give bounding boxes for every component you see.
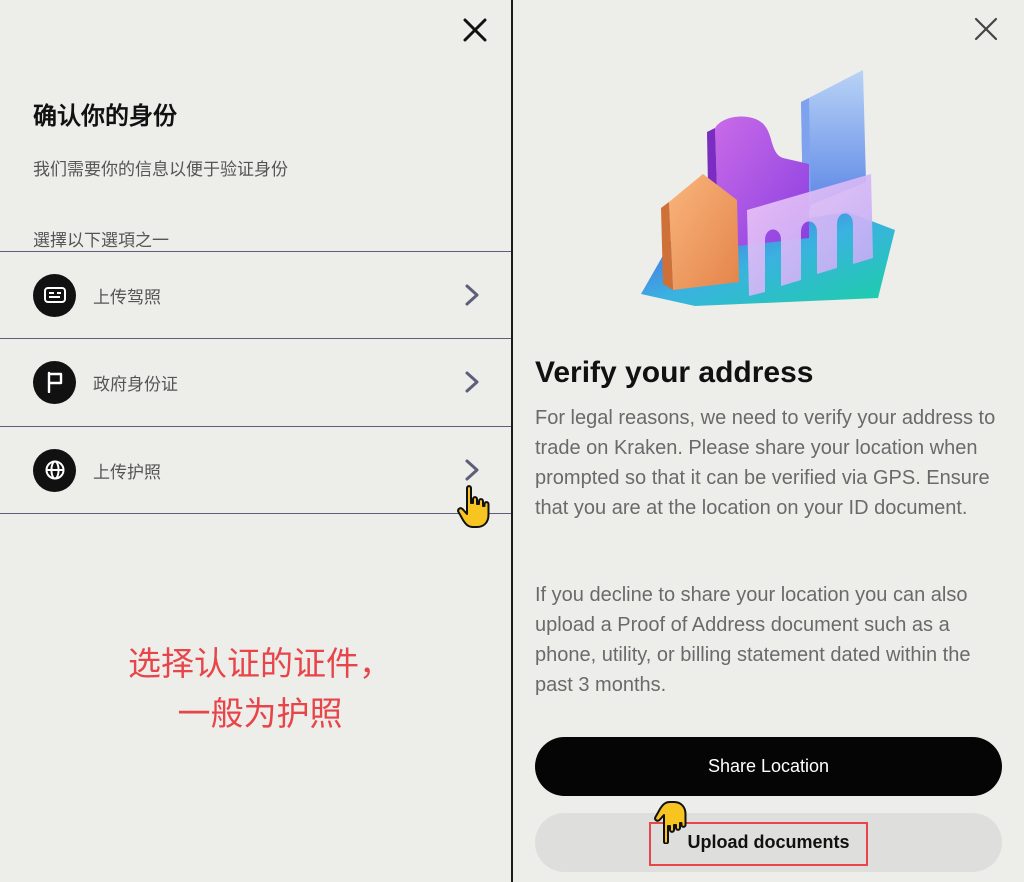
option-label: 政府身份证: [93, 374, 178, 395]
flag-icon: [33, 360, 76, 404]
option-government-id[interactable]: 政府身份证: [0, 338, 511, 425]
address-panel: Verify your address For legal reasons, w…: [513, 0, 1024, 882]
share-location-label: Share Location: [707, 756, 830, 776]
alternative-paragraph: If you decline to share your location yo…: [535, 584, 971, 696]
option-passport[interactable]: 上传护照: [0, 426, 511, 514]
share-location-button[interactable]: Share Location: [535, 737, 1002, 796]
page-title: 确认你的身份: [33, 102, 177, 130]
page-title: Verify your address: [535, 356, 814, 389]
globe-icon: [33, 448, 76, 492]
hand-pointer-icon: [457, 485, 490, 528]
chevron-right-icon: [465, 459, 479, 481]
hand-pointer-icon: [654, 801, 687, 844]
close-button[interactable]: [455, 10, 495, 50]
close-button[interactable]: [966, 9, 1006, 49]
id-card-icon: [33, 273, 76, 317]
page-subtitle: 我们需要你的信息以便于验证身份: [33, 160, 288, 180]
chevron-right-icon: [465, 371, 479, 393]
option-label: 上传护照: [93, 462, 161, 483]
annotation-line-2: 一般为护照: [177, 694, 343, 733]
identity-panel: 确认你的身份 我们需要你的信息以便于验证身份 選擇以下選項之一 上传驾照 政府身…: [0, 0, 511, 882]
section-label: 選擇以下選項之一: [33, 231, 169, 251]
buildings-illustration: [641, 70, 895, 306]
option-label: 上传驾照: [93, 287, 161, 308]
annotation-line-1: 选择认证的证件，: [128, 644, 392, 683]
close-icon: [463, 18, 487, 42]
close-icon: [974, 17, 998, 41]
option-drivers-license[interactable]: 上传驾照: [0, 251, 511, 338]
chevron-right-icon: [465, 284, 479, 306]
explanation-paragraph: For legal reasons, we need to verify you…: [535, 407, 996, 519]
